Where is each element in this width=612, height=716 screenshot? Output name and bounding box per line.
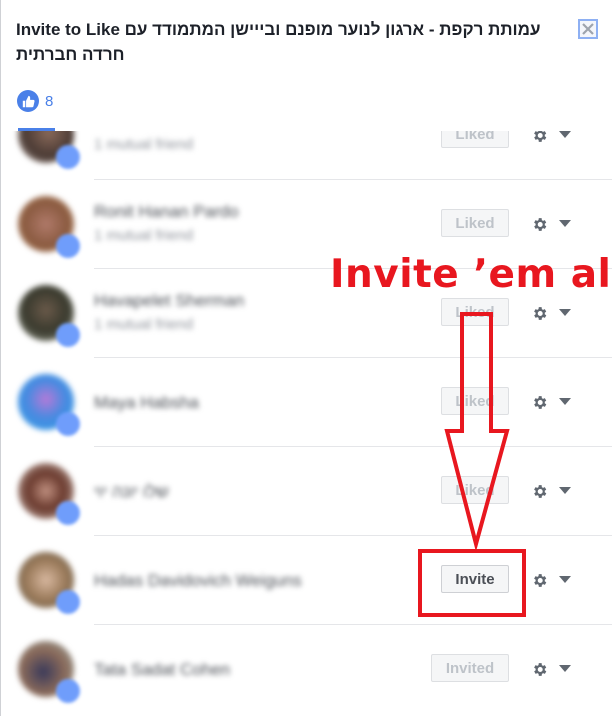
chevron-down-icon[interactable]: [559, 220, 571, 227]
gear-icon[interactable]: [531, 216, 548, 233]
close-button[interactable]: [578, 19, 598, 39]
invite-button[interactable]: Invite: [441, 565, 509, 593]
friend-row: Tata Sadat Cohen Invited: [1, 625, 612, 714]
friend-list: 1 mutual friend Liked Ronit Hanan Pardo …: [1, 91, 612, 714]
dialog-header: Invite to Like עמותת רקפת - ארגון לנוער …: [1, 0, 612, 131]
friend-badge-icon: [56, 323, 80, 347]
likes-tab[interactable]: 8: [17, 90, 53, 112]
liked-button[interactable]: Liked: [441, 209, 509, 237]
chevron-down-icon[interactable]: [559, 131, 571, 138]
friend-subtitle: 1 mutual friend: [94, 227, 194, 244]
friend-badge-icon: [56, 145, 80, 169]
friend-name[interactable]: שלו יונה יוי: [94, 482, 169, 502]
gear-icon[interactable]: [531, 661, 548, 678]
friend-name[interactable]: Hadas Davidovich Weiguns: [94, 571, 302, 591]
friend-badge-icon: [56, 234, 80, 258]
chevron-down-icon[interactable]: [559, 309, 571, 316]
invite-to-like-dialog: 1 mutual friend Liked Ronit Hanan Pardo …: [0, 0, 612, 716]
friend-badge-icon: [56, 590, 80, 614]
dialog-title: Invite to Like עמותת רקפת - ארגון לנוער …: [16, 17, 571, 67]
close-icon: [582, 23, 594, 35]
chevron-down-icon[interactable]: [559, 576, 571, 583]
friend-badge-icon: [56, 412, 80, 436]
title-english: Invite to Like: [16, 20, 120, 39]
friend-row: שלו יונה יוי Liked: [1, 447, 612, 536]
friend-name[interactable]: Maya Habsha: [94, 393, 199, 413]
annotation-text: Invite ’em all: [330, 252, 612, 297]
chevron-down-icon[interactable]: [559, 398, 571, 405]
friend-name[interactable]: Havapelet Sherman: [94, 291, 244, 311]
gear-icon[interactable]: [531, 305, 548, 322]
friend-name[interactable]: Tata Sadat Cohen: [94, 660, 230, 680]
friend-name[interactable]: Ronit Hanan Pardo: [94, 202, 239, 222]
friend-subtitle: 1 mutual friend: [94, 136, 194, 153]
friend-badge-icon: [56, 501, 80, 525]
active-tab-indicator: [18, 128, 55, 131]
like-count: 8: [45, 92, 54, 110]
liked-button[interactable]: Liked: [441, 476, 509, 504]
title-hebrew-line2: חרדה חברתית: [16, 45, 125, 64]
chevron-down-icon[interactable]: [559, 487, 571, 494]
gear-icon[interactable]: [531, 394, 548, 411]
chevron-down-icon[interactable]: [559, 665, 571, 672]
title-hebrew-line1: עמותת רקפת - ארגון לנוער מופנם ובייישן ה…: [124, 20, 541, 39]
thumbs-up-icon: [17, 90, 39, 112]
gear-icon[interactable]: [531, 572, 548, 589]
friend-badge-icon: [56, 679, 80, 703]
gear-icon[interactable]: [531, 483, 548, 500]
friend-row: Hadas Davidovich Weiguns Invite: [1, 536, 612, 625]
liked-button[interactable]: Liked: [441, 387, 509, 415]
friend-row: Maya Habsha Liked: [1, 358, 612, 447]
friend-subtitle: 1 mutual friend: [94, 316, 194, 333]
liked-button[interactable]: Liked: [441, 298, 509, 326]
invited-button[interactable]: Invited: [431, 654, 509, 682]
